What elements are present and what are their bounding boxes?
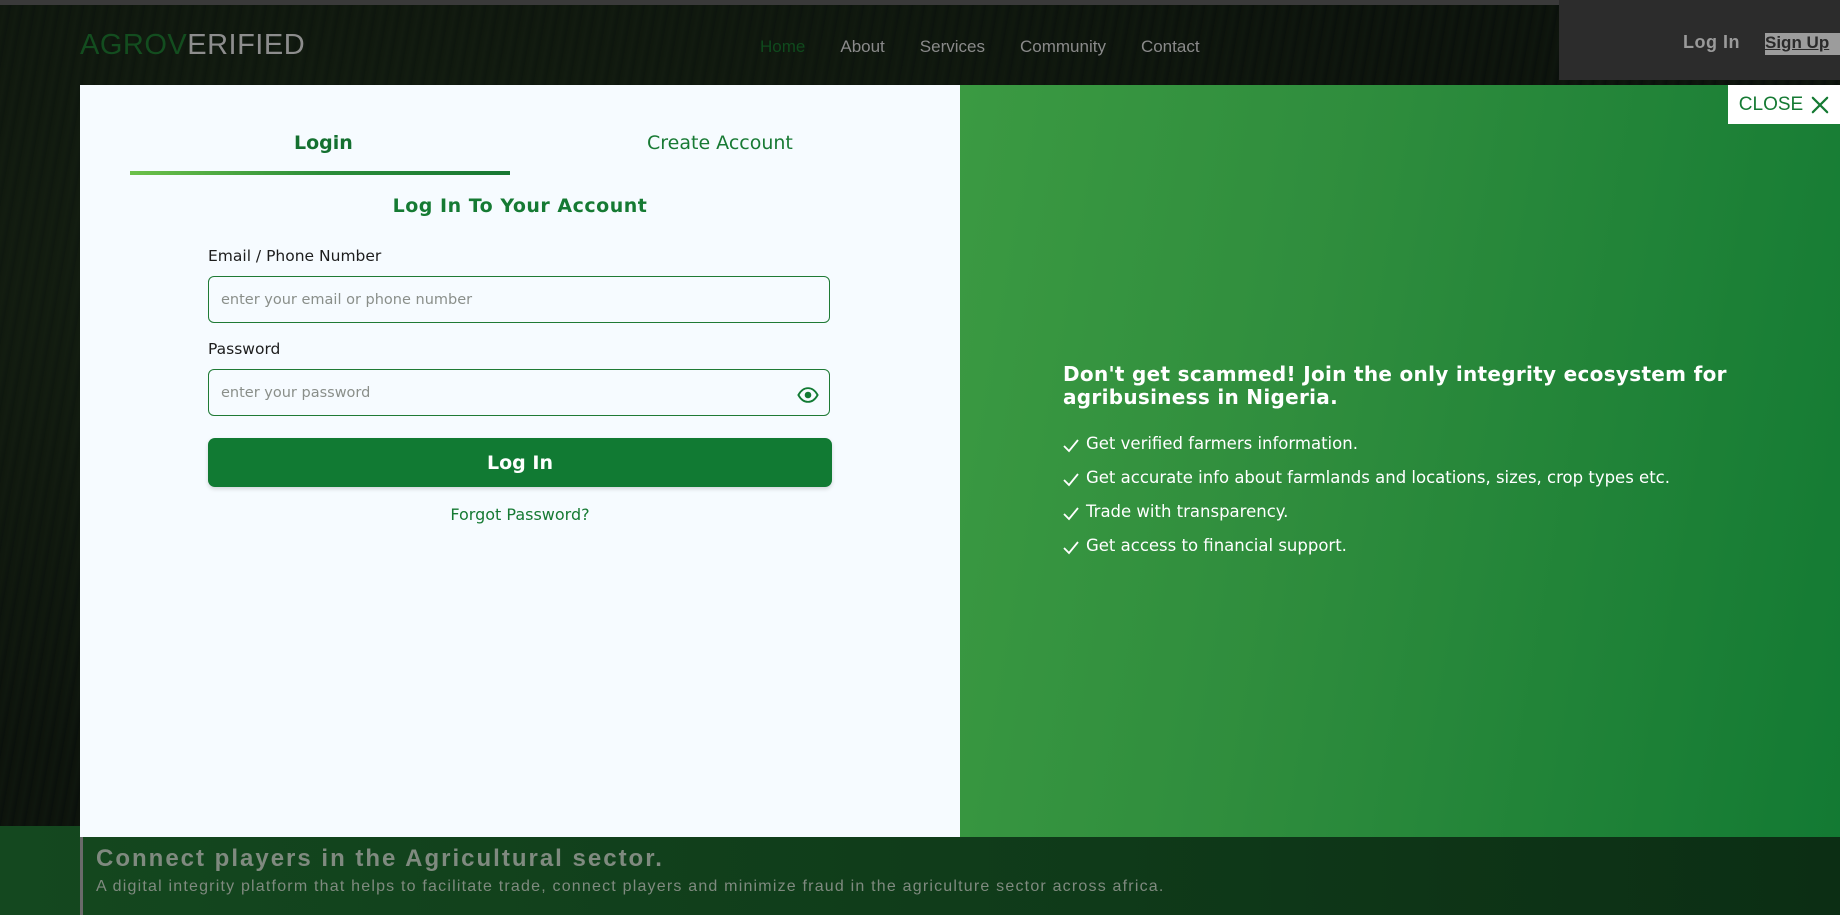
nav-contact[interactable]: Contact bbox=[1141, 37, 1200, 57]
auth-modal: Login Create Account Log In To Your Acco… bbox=[80, 85, 1840, 837]
close-icon bbox=[1811, 96, 1829, 113]
nav-about[interactable]: About bbox=[840, 37, 884, 57]
benefit-text: Get accurate info about farmlands and lo… bbox=[1086, 468, 1670, 487]
forgot-password-link[interactable]: Forgot Password? bbox=[80, 505, 960, 524]
tab-create-account[interactable]: Create Account bbox=[647, 132, 793, 154]
benefit-item: Get access to financial support. bbox=[1063, 536, 1347, 555]
benefit-item: Get verified farmers information. bbox=[1063, 434, 1358, 453]
auth-form-panel: Login Create Account Log In To Your Acco… bbox=[80, 85, 960, 837]
close-label: CLOSE bbox=[1738, 93, 1804, 115]
nav-home[interactable]: Home bbox=[760, 37, 805, 57]
main-nav: Home About Services Community Contact bbox=[760, 37, 1235, 57]
promo-panel bbox=[960, 85, 1840, 837]
password-field[interactable] bbox=[208, 369, 830, 416]
logo-part-1: AGROV bbox=[80, 29, 188, 61]
active-tab-indicator bbox=[130, 171, 510, 175]
promo-title: Don't get scammed! Join the only integri… bbox=[1063, 362, 1727, 409]
benefit-item: Trade with transparency. bbox=[1063, 502, 1288, 521]
eye-icon[interactable] bbox=[797, 384, 819, 406]
benefit-text: Get verified farmers information. bbox=[1086, 434, 1358, 453]
hero-title: Connect players in the Agricultural sect… bbox=[96, 845, 664, 872]
site-logo[interactable]: AGROVERIFIED bbox=[80, 29, 305, 62]
close-button[interactable]: CLOSE bbox=[1728, 85, 1840, 124]
benefit-item: Get accurate info about farmlands and lo… bbox=[1063, 468, 1670, 487]
header-login-link[interactable]: Log In bbox=[1683, 32, 1740, 53]
nav-services[interactable]: Services bbox=[920, 37, 985, 57]
password-label: Password bbox=[208, 340, 281, 358]
nav-community[interactable]: Community bbox=[1020, 37, 1106, 57]
check-icon bbox=[1063, 540, 1079, 554]
email-field[interactable] bbox=[208, 276, 830, 323]
check-icon bbox=[1063, 472, 1079, 486]
form-title: Log In To Your Account bbox=[392, 195, 648, 217]
auth-tabs: Login Create Account bbox=[130, 85, 890, 175]
logo-part-2: ERIFIED bbox=[187, 29, 306, 61]
header-signup-link[interactable]: Sign Up bbox=[1765, 33, 1840, 55]
benefit-text: Get access to financial support. bbox=[1086, 536, 1347, 555]
benefit-text: Trade with transparency. bbox=[1086, 502, 1289, 521]
login-submit-button[interactable]: Log In bbox=[208, 438, 832, 487]
check-icon bbox=[1063, 506, 1079, 520]
email-label: Email / Phone Number bbox=[208, 247, 382, 265]
tab-login[interactable]: Login bbox=[294, 132, 353, 154]
check-icon bbox=[1063, 438, 1079, 452]
hero-subtitle: A digital integrity platform that helps … bbox=[96, 878, 1165, 895]
